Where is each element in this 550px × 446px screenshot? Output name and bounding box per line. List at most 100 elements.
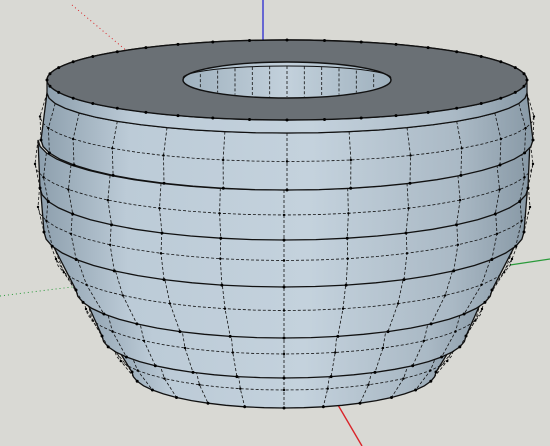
vertex-point [525,78,529,82]
vertex-point [429,379,433,383]
vertex-point [211,40,215,44]
vertex-point [282,213,286,217]
vertex-point [163,377,166,380]
vertex-point [503,271,506,274]
vertex-point [321,405,325,409]
vertex-point [282,285,286,289]
vertex-point [426,110,430,114]
vertex-point [499,137,503,141]
vertex-point [531,162,535,166]
vertex-point [84,307,88,311]
vertex-point [493,212,497,216]
vertex-point [50,244,54,248]
vertex-point [390,396,393,399]
vertex-point [115,106,119,110]
vertex-point [228,334,232,338]
vertex-point [344,283,348,287]
vertex-point [282,376,286,380]
vertex-point [408,181,412,185]
vertex-point [162,181,166,185]
vertex-point [57,66,61,70]
vertex-point [282,309,286,312]
vertex-point [119,359,123,363]
vertex-point [111,173,115,177]
vertex-point [39,138,43,142]
vertex-point [69,232,73,235]
vertex-point [373,370,377,374]
vertex-point [47,126,50,130]
vertex-point [71,137,75,141]
threaded-cylinder-model[interactable] [33,38,536,410]
vertex-point [386,330,390,334]
vertex-point [394,114,398,118]
vertex-point [455,106,459,110]
vertex-point [347,212,350,215]
vertex-point [282,336,286,340]
vertex-point [452,269,456,273]
vertex-point [91,55,95,58]
vertex-point [144,46,148,50]
vertex-point [444,294,447,297]
vertex-point [220,283,224,287]
vertex-point [218,212,221,215]
vertex-point [345,236,349,240]
vertex-point [396,302,400,305]
vertex-point [526,186,530,190]
vertex-point [524,126,527,130]
vertex-point [48,84,52,88]
vertex-point [160,231,164,235]
vertex-point [42,230,46,234]
vertex-point [367,383,370,386]
vertex-point [429,322,433,326]
vertex-point [422,339,426,342]
vertex-point [429,369,432,372]
vertex-point [162,278,166,282]
vertex-point [191,370,195,374]
vertex-point [402,278,406,282]
vertex-point [239,387,242,390]
vertex-point [282,388,286,392]
vertex-point [176,42,180,46]
vertex-point [153,364,157,368]
vertex-point [135,322,139,326]
vertex-point [248,39,251,42]
vertex-point [111,147,114,150]
vertex-point [474,319,477,322]
vertex-point [336,334,340,338]
vertex-point [480,283,483,286]
vertex-point [71,60,75,64]
vertex-point [36,205,40,209]
vertex-point [72,163,76,167]
vertex-point [522,84,526,88]
vertex-point [176,114,180,118]
vertex-point [211,116,215,120]
vertex-point [323,39,326,42]
x-axis-line [337,404,363,446]
vertex-point [532,115,536,118]
vertex-point [381,346,385,350]
vertex-point [42,176,45,179]
vertex-point [108,243,112,246]
vertex-point [480,307,484,311]
vertex-point [479,55,483,58]
vertex-point [341,307,345,310]
3d-scene[interactable] [0,0,550,446]
vertex-point [282,259,286,262]
vertex-point [523,151,527,155]
modeling-viewport[interactable] [0,0,550,446]
vertex-point [130,370,134,374]
y-axis-dotted-line [0,285,81,297]
vertex-point [33,162,37,166]
vertex-point [523,176,526,179]
vertex-point [282,352,286,356]
vertex-point [285,38,289,42]
vertex-point [456,243,460,246]
vertex-point [411,364,415,368]
vertex-point [359,40,363,44]
vertex-point [513,66,517,70]
vertex-point [115,50,119,54]
vertex-point [358,401,362,405]
vertex-point [121,294,125,297]
vertex-point [405,252,409,255]
vertex-point [460,147,463,150]
